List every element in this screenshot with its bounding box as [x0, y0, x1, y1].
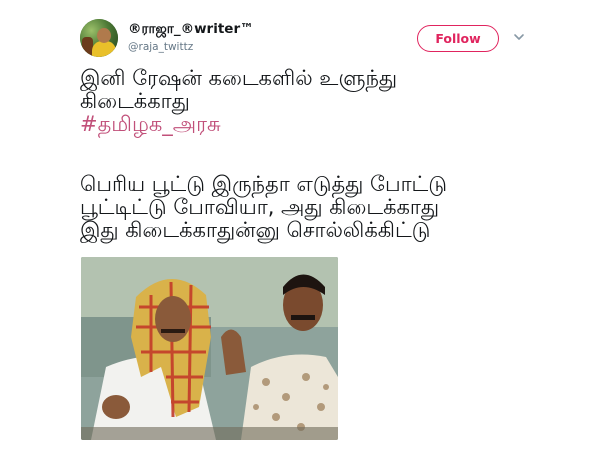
- tweet-text-line: பெரிய பூட்டு இருந்தா எடுத்து போட்டு: [80, 172, 448, 196]
- author-display-name[interactable]: ®ராஜா_®writer™: [128, 21, 254, 39]
- tweet-text-line: இது கிடைக்காதுன்னு சொல்லிக்கிட்டு: [80, 218, 431, 242]
- tweet-text-line: பூட்டிட்டு போவியா, அது கிடைக்காது: [80, 195, 440, 219]
- author-handle[interactable]: @raja_twittz: [128, 41, 193, 53]
- tweet-card: ®ராஜா_®writer™ @raja_twittz Follow இனி ர…: [0, 0, 600, 450]
- tweet-text-line: கிடைக்காது: [80, 89, 190, 113]
- tweet-text: இனி ரேஷன் கடைகளில் உளுந்து கிடைக்காது #த…: [80, 67, 540, 242]
- tweet-media-image[interactable]: [81, 257, 338, 440]
- hashtag-link[interactable]: #தமிழக_அரசு: [80, 113, 540, 136]
- tweet-text-line: இனி ரேஷன் கடைகளில் உளுந்து: [80, 66, 398, 90]
- follow-button[interactable]: Follow: [417, 25, 499, 52]
- avatar[interactable]: [80, 19, 118, 57]
- chevron-down-icon[interactable]: [512, 30, 526, 44]
